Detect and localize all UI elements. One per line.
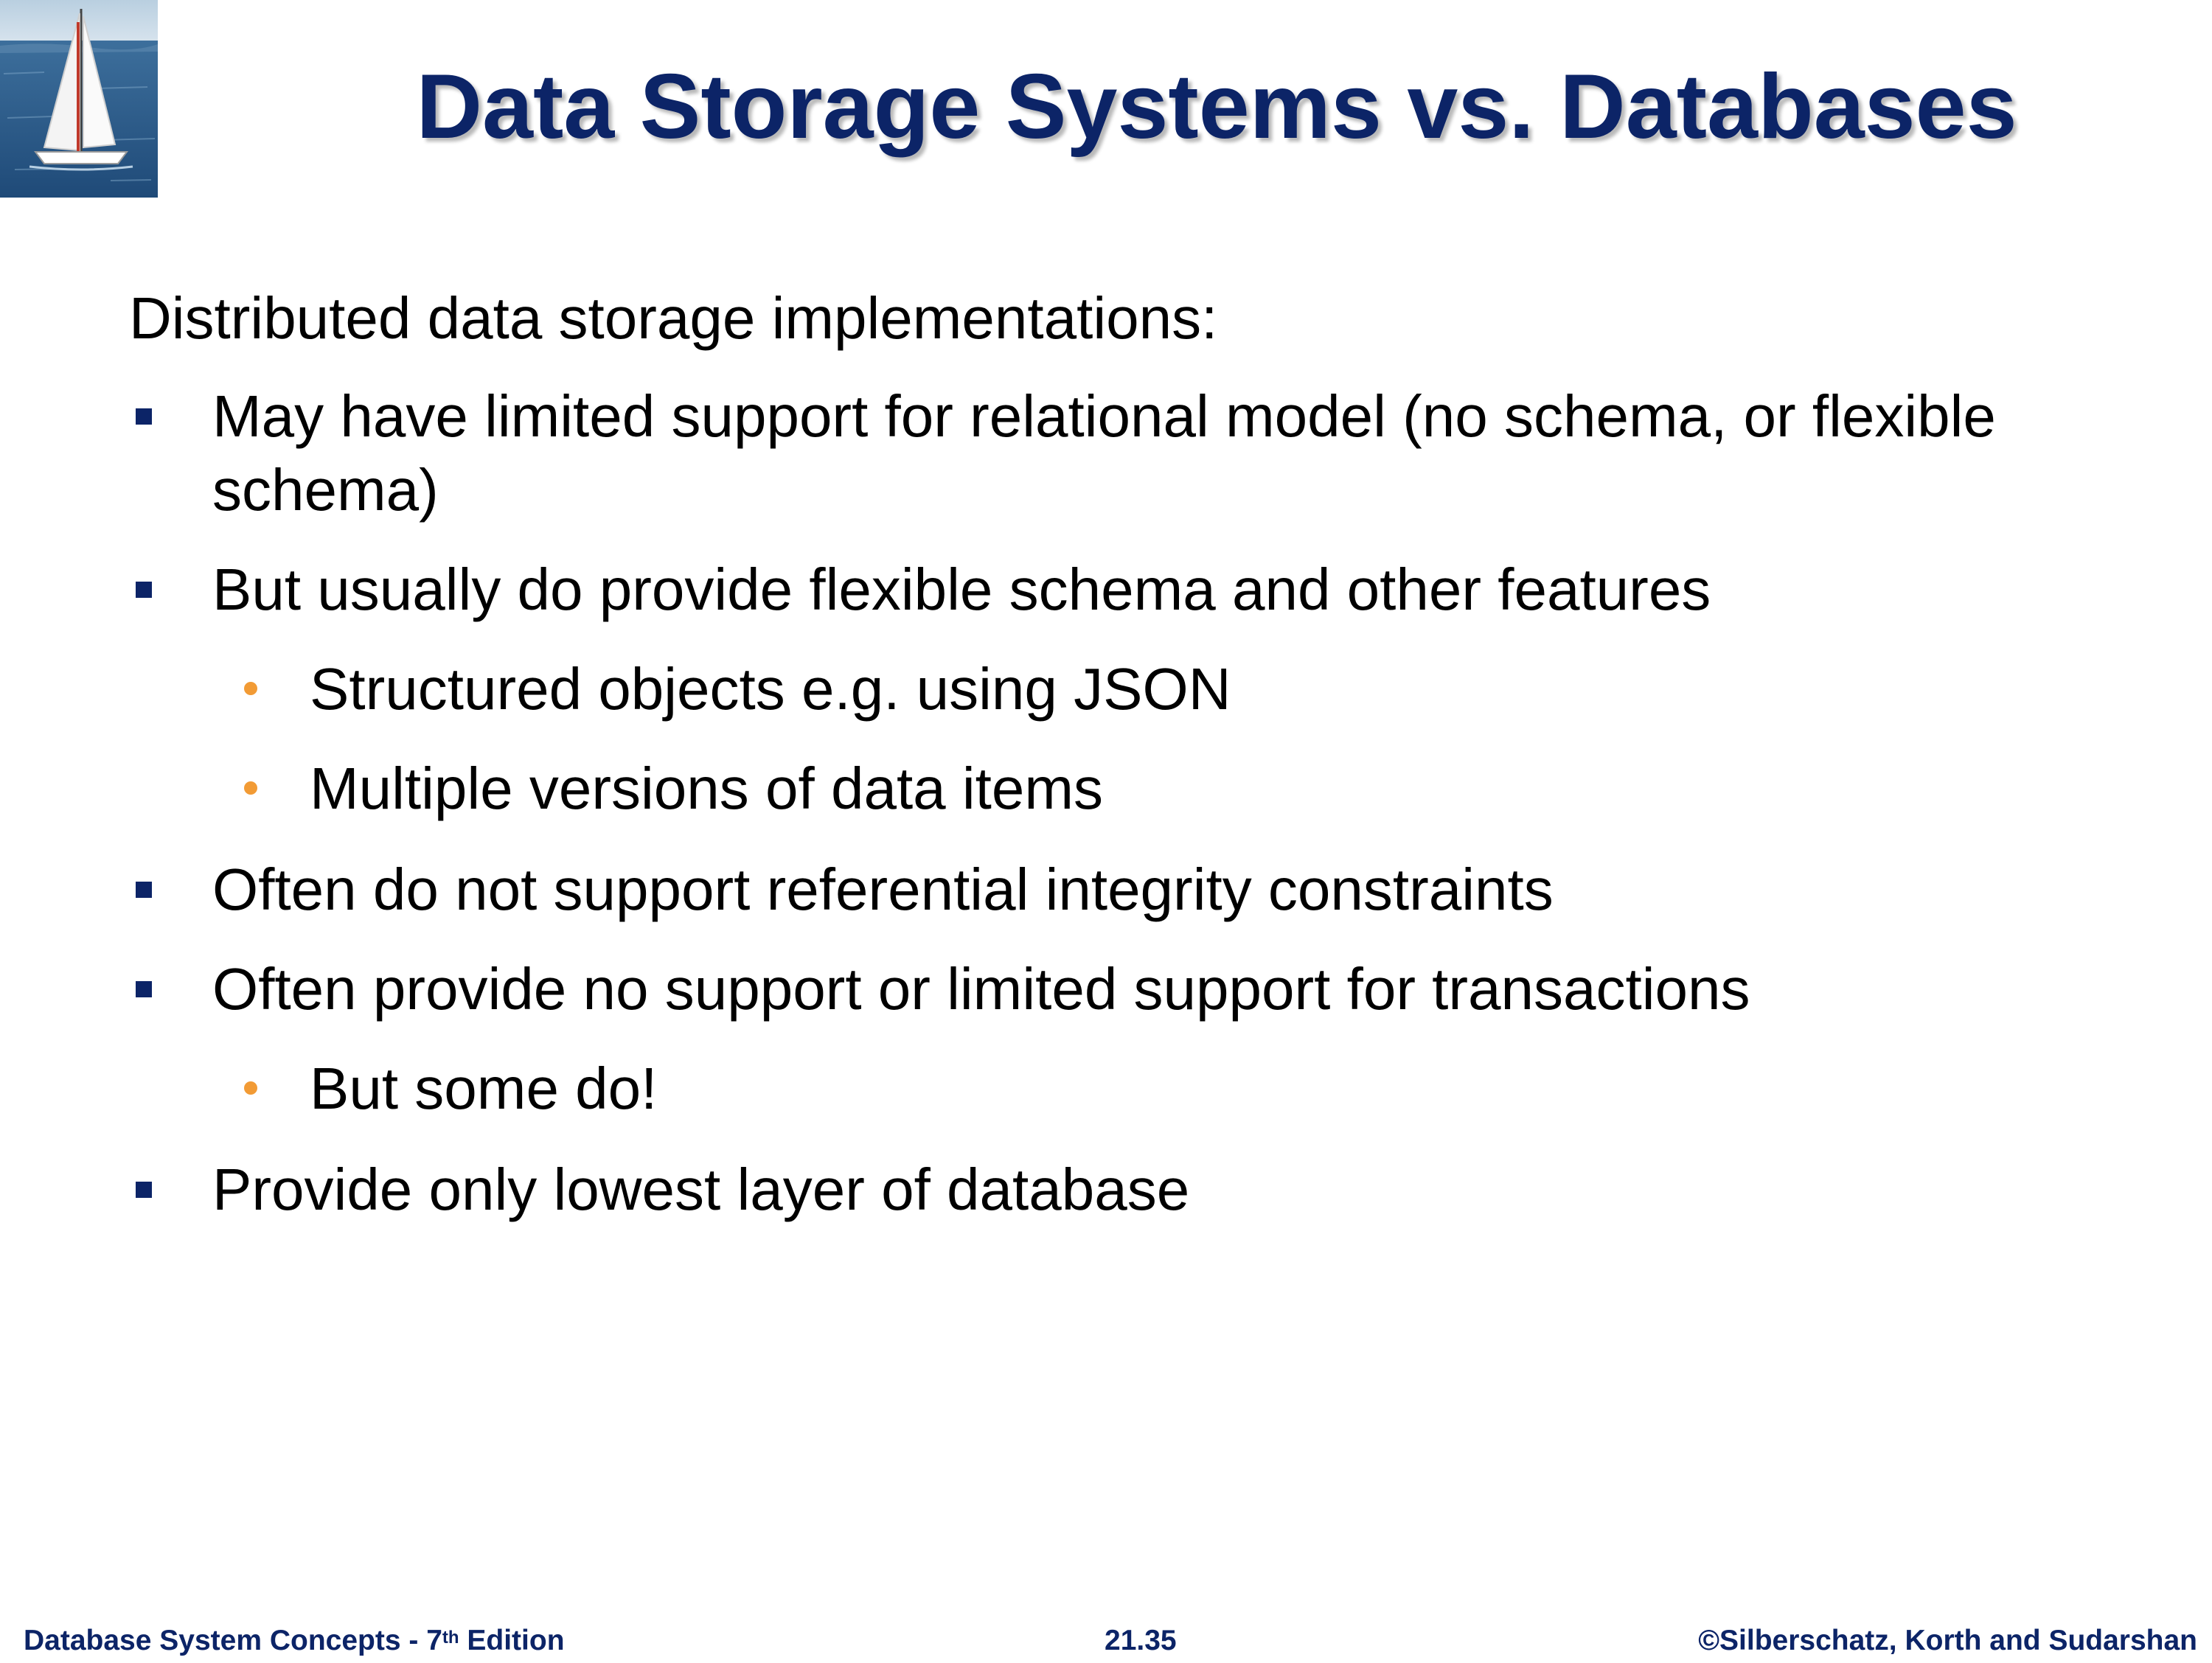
square-bullet-icon (136, 1182, 152, 1198)
sub-bullet-item: But some do! (310, 1056, 658, 1121)
bullet-item: But usually do provide flexible schema a… (212, 557, 1711, 622)
dot-bullet-icon (244, 781, 257, 795)
sub-bullet-item: Structured objects e.g. using JSON (310, 656, 1231, 722)
sailboat-logo-icon (0, 0, 158, 198)
bullet-item: Often do not support referential integri… (212, 857, 1554, 922)
square-bullet-icon (136, 981, 152, 997)
intro-text: Distributed data storage implementations… (129, 285, 1218, 351)
dot-bullet-icon (244, 682, 257, 695)
bullet-item: May have limited support for relational … (212, 383, 1996, 523)
bullet-item: Often provide no support or limited supp… (212, 956, 1750, 1022)
footer-book-title-suffix: Edition (459, 1625, 565, 1656)
dot-bullet-icon (244, 1081, 257, 1095)
footer-copyright: ©Silberschatz, Korth and Sudarshan (1698, 1625, 2197, 1656)
square-bullet-icon (136, 582, 152, 598)
bullet-item: Provide only lowest layer of database (212, 1157, 1190, 1222)
sub-bullet-item: Multiple versions of data items (310, 756, 1104, 821)
footer-slide-number: 21.35 (1105, 1625, 1177, 1656)
footer-book-title-sup: th (442, 1628, 459, 1648)
square-bullet-icon (136, 882, 152, 898)
footer-book-title: Database System Concepts - 7th Edition (24, 1619, 565, 1663)
square-bullet-icon (136, 408, 152, 425)
slide-title: Data Storage Systems vs. Databases (416, 56, 2017, 158)
footer-book-title-prefix: Database System Concepts - 7 (24, 1625, 442, 1656)
